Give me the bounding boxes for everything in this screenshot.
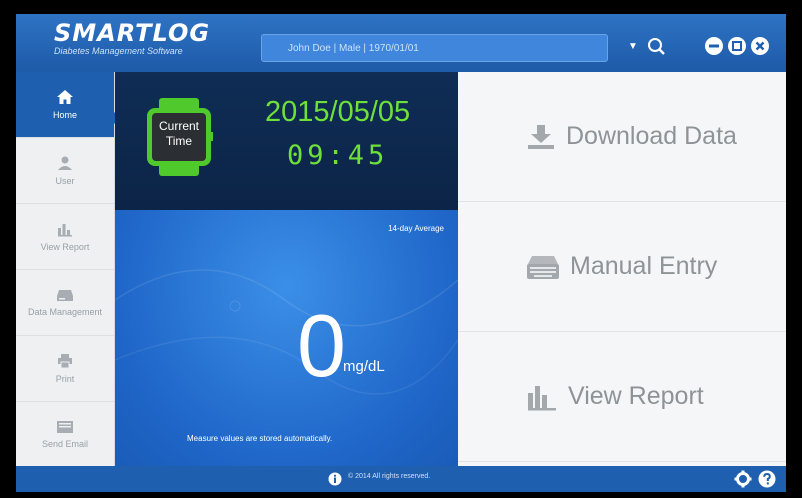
sidebar-item-label: Send Email	[41, 439, 89, 449]
sidebar-item-home[interactable]: Home	[16, 72, 114, 138]
maximize-icon[interactable]	[727, 36, 747, 56]
copyright-text: © 2014 All rights reserved.	[348, 473, 431, 480]
dropdown-caret-icon[interactable]: ▼	[628, 41, 638, 52]
sidebar-item-label: User	[55, 176, 75, 186]
sidebar-item-label: Data Management	[27, 307, 103, 317]
home-icon	[57, 90, 73, 104]
download-data-label: Download Data	[566, 122, 737, 150]
app-subtitle: Diabetes Management Software	[54, 46, 183, 56]
sidebar-item-send-email[interactable]: Send Email	[16, 402, 114, 468]
sidebar-item-print[interactable]: Print	[16, 336, 114, 402]
chart-icon	[58, 224, 72, 237]
user-selector[interactable]: John Doe | Male | 1970/01/01	[261, 34, 608, 62]
sidebar-item-user[interactable]: User	[16, 138, 114, 204]
current-date: 2015/05/05	[265, 96, 411, 128]
app-logo: SMARTLOG Diabetes Management Software	[54, 20, 210, 56]
average-value: 0	[297, 296, 346, 395]
average-label: 14-day Average	[388, 224, 444, 233]
average-panel: 14-day Average 0 mg/dL Measure values ar…	[115, 210, 458, 466]
gear-icon[interactable]	[734, 470, 752, 488]
sidebar-nav: Home User View Report Data Management Pr…	[16, 72, 115, 468]
sidebar-item-data-management[interactable]: Data Management	[16, 270, 114, 336]
view-report-label: View Report	[568, 382, 704, 410]
search-icon[interactable]	[646, 36, 666, 56]
sidebar-item-label: Home	[52, 110, 77, 120]
download-icon	[528, 124, 554, 149]
data-management-icon	[57, 290, 73, 301]
app-title: SMARTLOG	[54, 19, 211, 47]
app-window: SMARTLOG Diabetes Management Software Jo…	[16, 14, 786, 492]
actions-panel: Download Data Manual Entry View Report	[458, 72, 786, 466]
email-icon	[57, 421, 73, 433]
auto-store-note: Measure values are stored automatically.	[187, 434, 333, 443]
close-icon[interactable]	[750, 36, 770, 56]
keyboard-icon	[527, 255, 559, 279]
chart-icon	[528, 385, 556, 410]
download-data-button[interactable]: Download Data	[458, 72, 786, 202]
footer-bar: © 2014 All rights reserved.	[16, 466, 786, 492]
average-unit: mg/dL	[343, 358, 385, 375]
help-icon[interactable]	[758, 470, 776, 488]
current-time-label: Current Time	[158, 119, 199, 148]
sidebar-item-label: Print	[55, 374, 75, 384]
printer-icon	[58, 354, 72, 369]
info-icon[interactable]	[328, 472, 342, 486]
background-pattern	[115, 269, 458, 395]
view-report-button[interactable]: View Report	[458, 332, 786, 462]
manual-entry-label: Manual Entry	[570, 252, 718, 280]
user-icon	[58, 156, 72, 170]
current-clock: 09:45	[287, 140, 389, 171]
current-time-panel: Current Time 2015/05/05 09:45	[115, 72, 458, 210]
user-info-text: John Doe | Male | 1970/01/01	[288, 42, 419, 54]
minimize-icon[interactable]	[704, 36, 724, 56]
header-bar: SMARTLOG Diabetes Management Software Jo…	[16, 14, 786, 72]
manual-entry-button[interactable]: Manual Entry	[458, 202, 786, 332]
sidebar-item-view-report[interactable]: View Report	[16, 204, 114, 270]
sidebar-item-label: View Report	[40, 242, 90, 252]
